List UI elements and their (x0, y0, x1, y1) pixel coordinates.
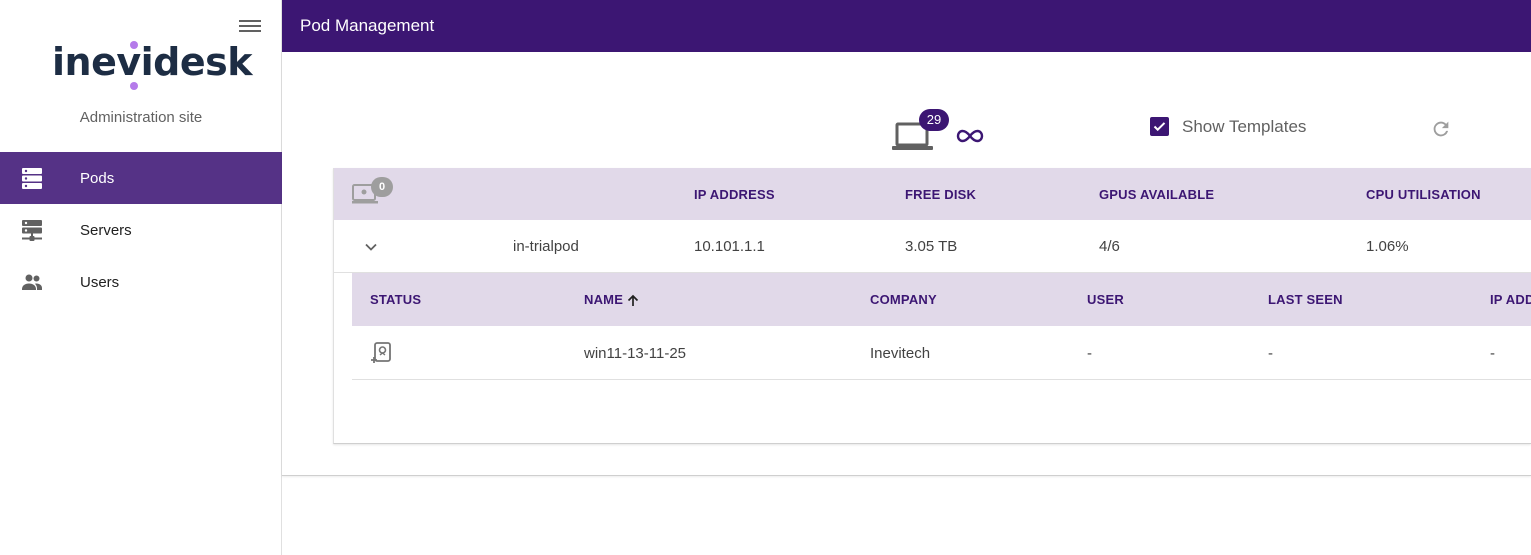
col-last-seen[interactable]: LAST SEEN (1268, 292, 1343, 307)
vm-user: - (1087, 345, 1092, 362)
logo: inevidesk (52, 36, 253, 94)
template-status-icon (371, 342, 391, 363)
col-name[interactable]: NAME (584, 292, 640, 308)
vm-ip: - (1490, 345, 1495, 362)
vm-name: win11-13-11-25 (584, 345, 687, 362)
pods-table-header: 0 IP ADDRESS FREE DISK GPUS AVAILABLE CP… (334, 168, 1531, 220)
table-row[interactable]: in-trialpod 10.101.1.1 3.05 TB 4/6 1.06% (334, 220, 1531, 273)
menu-icon[interactable] (239, 17, 261, 35)
chevron-down-icon[interactable] (362, 238, 380, 256)
page-title: Pod Management (300, 16, 435, 35)
sidebar-item-pods[interactable]: Pods (0, 152, 282, 204)
pod-count-badge: 29 (919, 109, 949, 131)
refresh-icon[interactable] (1430, 118, 1452, 140)
users-icon (22, 274, 42, 290)
site-subtitle: Administration site (79, 109, 203, 126)
vm-company: Inevitech (870, 345, 931, 362)
col-name-label: NAME (584, 292, 624, 307)
infinity-icon (956, 129, 984, 143)
logo-text: inevidesk (52, 40, 253, 84)
col-cpu-utilisation[interactable]: CPU UTILISATION (1366, 187, 1481, 202)
check-icon (1153, 122, 1166, 132)
server-stack-icon (22, 168, 42, 189)
show-templates-checkbox[interactable] (1150, 117, 1169, 136)
show-templates-label[interactable]: Show Templates (1182, 117, 1306, 137)
pod-cpu: 1.06% (1366, 238, 1409, 255)
sidebar-item-label: Servers (80, 221, 132, 239)
table-row[interactable]: win11-13-11-25 Inevitech - - - (352, 326, 1531, 380)
arrow-up-icon[interactable] (626, 294, 640, 308)
sidebar-item-servers[interactable]: Servers (0, 204, 282, 256)
col-free-disk[interactable]: FREE DISK (905, 187, 976, 202)
sidebar-item-users[interactable]: Users (0, 256, 282, 308)
col-gpus-available[interactable]: GPUS AVAILABLE (1099, 187, 1214, 202)
pod-name: in-trialpod (513, 238, 579, 255)
vm-table-header: STATUS NAME COMPANY USER LAST SEEN IP AD… (352, 273, 1531, 326)
col-ip-address[interactable]: IP ADDRESS (694, 187, 775, 202)
server-network-icon (22, 220, 42, 241)
pod-ip: 10.101.1.1 (694, 238, 765, 255)
sidebar: inevidesk Administration site Pods Serve… (0, 0, 282, 555)
col-company[interactable]: COMPANY (870, 292, 937, 307)
logo-dot-bottom (130, 82, 138, 90)
col-ip-address[interactable]: IP ADD (1490, 292, 1531, 307)
pods-table: 0 IP ADDRESS FREE DISK GPUS AVAILABLE CP… (333, 168, 1531, 444)
top-bar: Pod Management (282, 0, 1531, 52)
sidebar-item-label: Users (80, 273, 120, 291)
pod-gpus: 4/6 (1099, 238, 1120, 255)
col-status[interactable]: STATUS (370, 292, 421, 307)
app-root: inevidesk Administration site Pods Serve… (0, 0, 1531, 555)
sidebar-nav: Pods Servers Users (0, 152, 282, 308)
logo-dot-top (130, 41, 138, 49)
col-user[interactable]: USER (1087, 292, 1124, 307)
vm-last-seen: - (1268, 345, 1273, 362)
pod-free-disk: 3.05 TB (905, 238, 958, 255)
sidebar-item-label: Pods (80, 169, 115, 187)
vm-count-badge: 0 (371, 177, 393, 197)
